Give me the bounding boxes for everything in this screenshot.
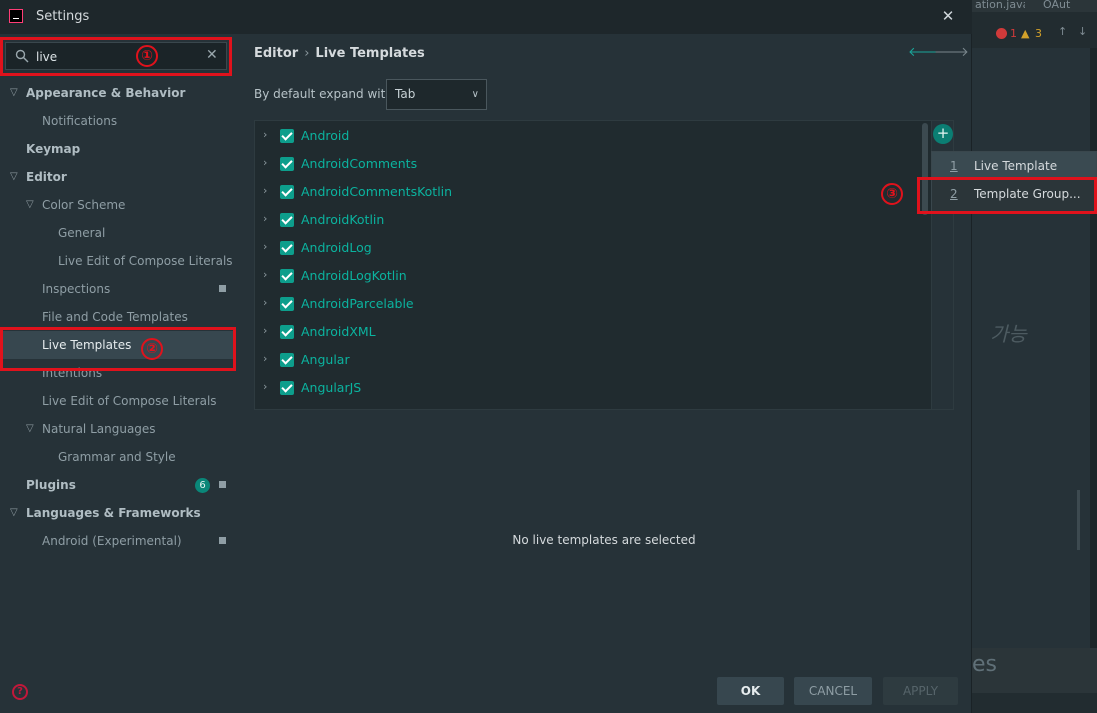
chevron-down-icon[interactable]: ▽	[26, 415, 34, 443]
dialog-title: Settings	[36, 9, 90, 24]
editor-text: 가능	[990, 322, 1027, 346]
chevron-right-icon[interactable]: ›	[263, 184, 267, 197]
dialog-titlebar: Settings ✕	[0, 0, 972, 34]
template-group-row[interactable]: › AndroidXML	[255, 318, 923, 346]
group-checkbox[interactable]	[280, 185, 294, 199]
group-checkbox[interactable]	[280, 325, 294, 339]
inspection-widget[interactable]: 1 ▲ 3 ↑ ↓	[972, 24, 1097, 48]
empty-state-message: No live templates are selected	[512, 533, 696, 547]
annotation-box-template-group	[917, 177, 1097, 214]
chevron-right-icon[interactable]: ›	[263, 156, 267, 169]
tree-item-plugins[interactable]: Plugins 6	[0, 471, 234, 499]
tree-item-live-edit-compose[interactable]: Live Edit of Compose Literals	[0, 247, 234, 275]
group-checkbox[interactable]	[280, 297, 294, 311]
group-checkbox[interactable]	[280, 381, 294, 395]
tree-item-live-edit-compose-2[interactable]: Live Edit of Compose Literals	[0, 387, 234, 415]
tree-item-color-scheme[interactable]: ▽ Color Scheme	[0, 191, 234, 219]
breadcrumb-editor[interactable]: Editor	[254, 46, 298, 61]
ide-right-gutter	[1090, 48, 1097, 648]
template-group-row[interactable]: › AndroidCommentsKotlin	[255, 178, 923, 206]
ide-tab[interactable]: OAut	[1043, 0, 1097, 12]
breadcrumb: Editor › Live Templates	[254, 46, 425, 61]
chevron-right-icon[interactable]: ›	[263, 380, 267, 393]
editor-scrollbar[interactable]	[1077, 490, 1080, 550]
template-group-row[interactable]: › AndroidComments	[255, 150, 923, 178]
expand-with-value: Tab	[395, 87, 416, 101]
template-groups-list: › Android › AndroidComments › AndroidCom…	[254, 120, 954, 410]
group-checkbox[interactable]	[280, 157, 294, 171]
tree-item-editor[interactable]: ▽ Editor	[0, 163, 234, 191]
chevron-right-icon[interactable]: ›	[263, 268, 267, 281]
group-checkbox[interactable]	[280, 241, 294, 255]
forward-arrow-icon[interactable]: 🡒	[934, 44, 969, 60]
chevron-right-icon[interactable]: ›	[263, 352, 267, 365]
menu-item-live-template[interactable]: 1 Live Template	[932, 152, 1096, 180]
cancel-button[interactable]: CANCEL	[794, 677, 872, 705]
group-checkbox[interactable]	[280, 269, 294, 283]
annotation-number-3: ③	[881, 183, 903, 205]
chevron-down-icon: ∨	[471, 89, 479, 100]
template-group-row[interactable]: › AndroidKotlin	[255, 206, 923, 234]
ide-tab[interactable]: ation.java	[975, 0, 1025, 12]
arrow-up-icon[interactable]: ↑	[1058, 25, 1067, 38]
chevron-right-icon[interactable]: ›	[263, 240, 267, 253]
annotation-number-1: ①	[136, 45, 158, 67]
plugins-update-badge: 6	[195, 478, 210, 493]
bottom-panel-text: es	[972, 652, 997, 677]
chevron-down-icon[interactable]: ▽	[10, 163, 18, 191]
tree-item-grammar-style[interactable]: Grammar and Style	[0, 443, 234, 471]
template-group-row[interactable]: › Angular	[255, 346, 923, 374]
chevron-down-icon[interactable]: ▽	[10, 79, 18, 107]
template-group-row[interactable]: › AndroidParcelable	[255, 290, 923, 318]
template-group-row[interactable]: › Android	[255, 122, 923, 150]
tree-item-natural-languages[interactable]: ▽ Natural Languages	[0, 415, 234, 443]
chevron-right-icon[interactable]: ›	[263, 296, 267, 309]
project-level-icon	[219, 285, 226, 292]
warning-icon: ▲	[1021, 27, 1030, 40]
group-checkbox[interactable]	[280, 213, 294, 227]
add-icon[interactable]: +	[933, 124, 953, 144]
ide-editor-area[interactable]	[972, 48, 1090, 648]
chevron-right-icon[interactable]: ›	[263, 212, 267, 225]
warning-count: 3	[1035, 27, 1042, 40]
annotation-box-live-templates	[0, 327, 236, 371]
template-group-row[interactable]: › AndroidLogKotlin	[255, 262, 923, 290]
expand-with-select[interactable]: Tab ∨	[386, 79, 487, 110]
template-group-row-partial[interactable]	[255, 402, 923, 410]
project-level-icon	[219, 537, 226, 544]
breadcrumb-live-templates: Live Templates	[315, 46, 425, 61]
chevron-right-icon[interactable]: ›	[263, 128, 267, 141]
tree-item-android-experimental[interactable]: Android (Experimental)	[0, 527, 234, 555]
apply-button[interactable]: APPLY	[883, 677, 958, 705]
annotation-number-2: ②	[141, 338, 163, 360]
error-count: 1	[1010, 27, 1017, 40]
breadcrumb-separator: ›	[304, 46, 310, 61]
chevron-down-icon[interactable]: ▽	[10, 499, 18, 527]
help-icon[interactable]: ?	[12, 684, 28, 700]
group-checkbox[interactable]	[280, 129, 294, 143]
tree-item-general[interactable]: General	[0, 219, 234, 247]
tree-item-inspections[interactable]: Inspections	[0, 275, 234, 303]
tree-item-keymap[interactable]: Keymap	[0, 135, 234, 163]
project-level-icon	[219, 481, 226, 488]
tree-item-languages-frameworks[interactable]: ▽ Languages & Frameworks	[0, 499, 234, 527]
template-group-row[interactable]: › AngularJS	[255, 374, 923, 402]
template-group-row[interactable]: › AndroidLog	[255, 234, 923, 262]
tree-item-appearance-behavior[interactable]: ▽ Appearance & Behavior	[0, 79, 234, 107]
android-studio-icon	[9, 9, 23, 23]
annotation-box-search	[0, 37, 232, 76]
close-button[interactable]: ✕	[938, 6, 958, 26]
group-checkbox[interactable]	[280, 353, 294, 367]
error-icon	[996, 28, 1007, 39]
expand-with-label: By default expand with	[254, 87, 393, 101]
arrow-down-icon[interactable]: ↓	[1078, 25, 1087, 38]
group-checkbox[interactable]	[280, 409, 294, 410]
tree-item-notifications[interactable]: Notifications	[0, 107, 234, 135]
chevron-down-icon[interactable]: ▽	[26, 191, 34, 219]
chevron-right-icon[interactable]: ›	[263, 324, 267, 337]
settings-tree-panel: ✕ ▽ Appearance & Behavior Notifications …	[0, 34, 234, 713]
ok-button[interactable]: OK	[717, 677, 784, 705]
